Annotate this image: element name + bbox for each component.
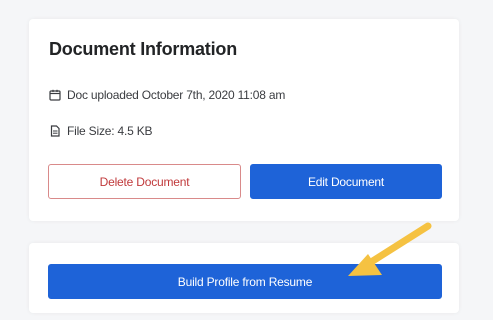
file-icon <box>49 125 61 137</box>
upload-date-text: Doc uploaded October 7th, 2020 11:08 am <box>67 88 286 102</box>
upload-date-row: Doc uploaded October 7th, 2020 11:08 am <box>49 88 285 102</box>
annotation-arrow-icon <box>348 222 432 276</box>
delete-document-button[interactable]: Delete Document <box>48 164 241 199</box>
file-size-row: File Size: 4.5 KB <box>49 124 153 138</box>
file-size-text: File Size: 4.5 KB <box>67 124 153 138</box>
calendar-icon <box>49 89 61 101</box>
edit-document-button[interactable]: Edit Document <box>250 164 442 199</box>
document-information-card: Document Information Doc uploaded Octobe… <box>29 19 459 221</box>
card-title: Document Information <box>49 39 237 59</box>
